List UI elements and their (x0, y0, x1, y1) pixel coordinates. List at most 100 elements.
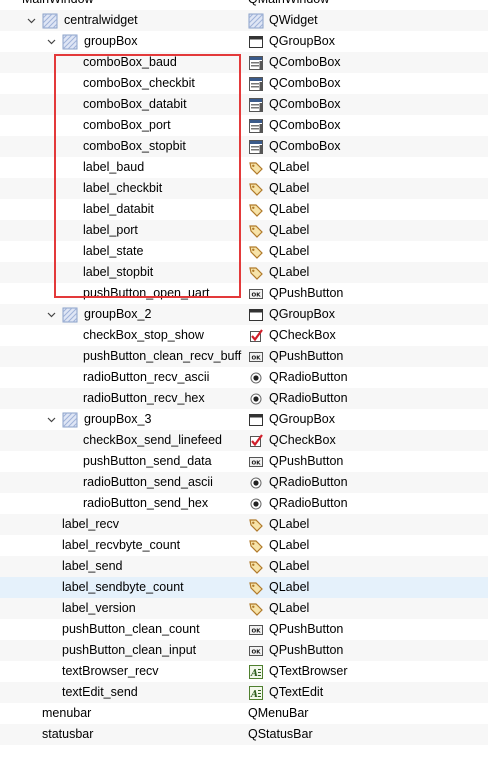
tree-row[interactable]: label_state QLabel (0, 241, 488, 262)
tree-row[interactable]: label_send QLabel (0, 556, 488, 577)
tree-row[interactable]: comboBox_port QComboBox (0, 115, 488, 136)
label-icon (248, 223, 264, 239)
object-name-cell: textBrowser_recv (62, 661, 159, 682)
class-name: QRadioButton (269, 391, 348, 405)
class-name: QCheckBox (269, 328, 336, 342)
label-icon (248, 265, 264, 281)
object-name-cell: centralwidget (42, 10, 138, 31)
class-name-cell: QRadioButton (248, 388, 348, 409)
object-name-cell: comboBox_port (83, 115, 171, 136)
chevron-down-icon[interactable] (45, 304, 57, 325)
tree-row[interactable]: checkBox_stop_show QCheckBox (0, 325, 488, 346)
tree-row[interactable]: label_version QLabel (0, 598, 488, 619)
tree-row[interactable]: groupBox_3 QGroupBox (0, 409, 488, 430)
tree-row[interactable]: pushButton_open_uart OK QPushButton (0, 283, 488, 304)
class-name-cell: OK QPushButton (248, 346, 343, 367)
radiobutton-icon (248, 391, 264, 407)
object-name-cell: groupBox (62, 31, 138, 52)
tree-row[interactable]: label_sendbyte_count QLabel (0, 577, 488, 598)
class-name: QComboBox (269, 97, 341, 111)
radiobutton-icon (248, 496, 264, 512)
tree-row[interactable]: textBrowser_recv A QTextBrowser (0, 661, 488, 682)
chevron-down-icon[interactable] (25, 10, 37, 31)
object-name: label_checkbit (83, 181, 163, 195)
tree-row[interactable]: statusbar QStatusBar (0, 724, 488, 745)
label-icon (248, 601, 264, 617)
object-name-cell: pushButton_send_data (83, 451, 212, 472)
tree-row[interactable]: checkBox_send_linefeed QCheckBox (0, 430, 488, 451)
class-name: QPushButton (269, 286, 344, 300)
pushbutton-icon: OK (248, 349, 264, 365)
object-name-cell: label_version (62, 598, 136, 619)
tree-row[interactable]: groupBox QGroupBox (0, 31, 488, 52)
object-name: pushButton_clean_count (62, 622, 200, 636)
tree-row[interactable]: menubar QMenuBar (0, 703, 488, 724)
object-name: radioButton_recv_ascii (83, 370, 210, 384)
object-name: radioButton_send_hex (83, 496, 209, 510)
object-name: textBrowser_recv (62, 664, 159, 678)
label-icon (248, 202, 264, 218)
class-name-cell: A QTextBrowser (248, 661, 348, 682)
class-name-cell: QCheckBox (248, 325, 336, 346)
tree-row[interactable]: groupBox_2 QGroupBox (0, 304, 488, 325)
object-name-cell: comboBox_databit (83, 94, 187, 115)
tree-row[interactable]: MainWindow QMainWindow (0, 0, 488, 10)
radiobutton-icon (248, 475, 264, 491)
tree-row[interactable]: comboBox_stopbit QComboBox (0, 136, 488, 157)
class-name-cell: QLabel (248, 157, 309, 178)
object-name-cell: label_databit (83, 199, 154, 220)
object-name: pushButton_clean_recv_buff (83, 349, 242, 363)
object-name: comboBox_stopbit (83, 139, 186, 153)
tree-row[interactable]: label_checkbit QLabel (0, 178, 488, 199)
tree-row[interactable]: textEdit_send A QTextEdit (0, 682, 488, 703)
tree-row[interactable]: radioButton_recv_hex QRadioButton (0, 388, 488, 409)
tree-row[interactable]: comboBox_databit QComboBox (0, 94, 488, 115)
tree-row[interactable]: label_baud QLabel (0, 157, 488, 178)
class-name: QLabel (269, 160, 310, 174)
tree-row[interactable]: label_port QLabel (0, 220, 488, 241)
object-name-cell: pushButton_open_uart (83, 283, 210, 304)
tree-row[interactable]: pushButton_send_data OK QPushButton (0, 451, 488, 472)
class-name: QCheckBox (269, 433, 336, 447)
object-name-cell: comboBox_checkbit (83, 73, 195, 94)
object-name: comboBox_baud (83, 55, 177, 69)
class-name: QRadioButton (269, 475, 348, 489)
radiobutton-icon (248, 370, 264, 386)
tree-row[interactable]: label_recvbyte_count QLabel (0, 535, 488, 556)
combobox-icon (248, 118, 264, 134)
tree-row[interactable]: label_stopbit QLabel (0, 262, 488, 283)
class-name-cell: QRadioButton (248, 367, 348, 388)
object-name: label_version (62, 601, 136, 615)
tree-row[interactable]: radioButton_recv_ascii QRadioButton (0, 367, 488, 388)
object-name-cell: label_state (83, 241, 143, 262)
tree-row[interactable]: pushButton_clean_input OK QPushButton (0, 640, 488, 661)
object-name-cell: groupBox_3 (62, 409, 151, 430)
pushbutton-icon: OK (248, 643, 264, 659)
object-name-cell: checkBox_stop_show (83, 325, 204, 346)
tree-row[interactable]: comboBox_checkbit QComboBox (0, 73, 488, 94)
tree-row[interactable]: radioButton_send_hex QRadioButton (0, 493, 488, 514)
object-name: label_recvbyte_count (62, 538, 181, 552)
class-name-cell: QMainWindow (248, 0, 329, 10)
chevron-down-icon[interactable] (45, 409, 57, 430)
tree-row[interactable]: radioButton_send_ascii QRadioButton (0, 472, 488, 493)
class-name-cell: QMenuBar (248, 703, 308, 724)
object-name: groupBox_2 (84, 307, 152, 321)
tree-row[interactable]: pushButton_clean_count OK QPushButton (0, 619, 488, 640)
class-name-cell: QLabel (248, 220, 309, 241)
tree-row[interactable]: label_databit QLabel (0, 199, 488, 220)
tree-row[interactable]: pushButton_clean_recv_buff OK QPushButton (0, 346, 488, 367)
object-name-cell: statusbar (42, 724, 93, 745)
tree-row[interactable]: centralwidget QWidget (0, 10, 488, 31)
groupbox-icon (248, 34, 264, 50)
class-name: QGroupBox (269, 34, 336, 48)
class-name-cell: QComboBox (248, 136, 341, 157)
object-name-cell: MainWindow (22, 0, 94, 10)
class-name-cell: QWidget (248, 10, 318, 31)
class-name-cell: QStatusBar (248, 724, 313, 745)
tree-row[interactable]: comboBox_baud QComboBox (0, 52, 488, 73)
class-name: QTextBrowser (269, 664, 348, 678)
tree-row[interactable]: label_recv QLabel (0, 514, 488, 535)
class-name-cell: QLabel (248, 598, 309, 619)
chevron-down-icon[interactable] (45, 31, 57, 52)
